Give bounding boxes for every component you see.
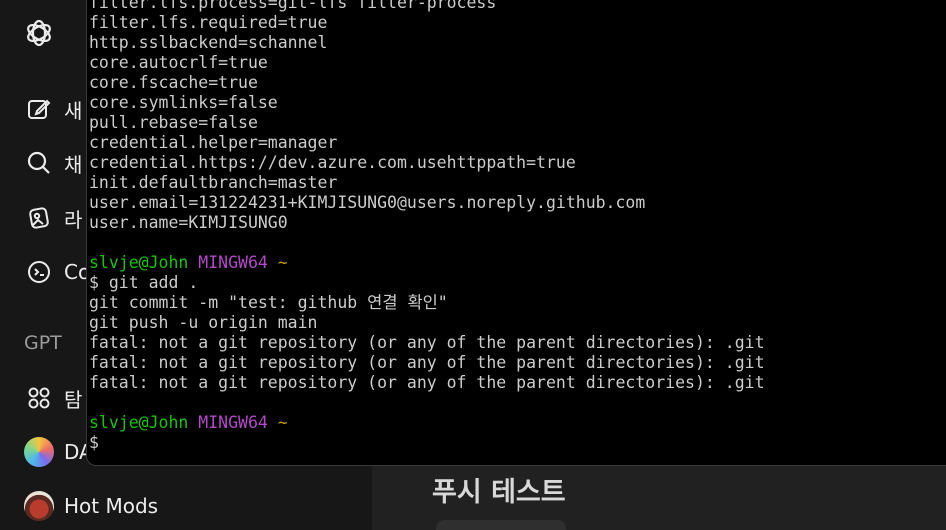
- prompt-dir: ~: [277, 253, 288, 272]
- hot-mods-avatar: [24, 491, 54, 521]
- terminal-prompt: slvje@John MINGW64 ~: [87, 253, 946, 273]
- suggestion-card[interactable]: [436, 520, 566, 530]
- terminal-cursor: [98, 435, 108, 452]
- sidebar-item-hot-mods[interactable]: Hot Mods: [22, 489, 158, 523]
- sidebar-item-label: Hot Mods: [64, 494, 159, 518]
- terminal-command: $ git add .: [89, 273, 199, 292]
- terminal-line: credential.helper=manager: [89, 133, 338, 152]
- terminal-line: http.sslbackend=schannel: [89, 33, 328, 52]
- terminal-line: core.fscache=true: [89, 73, 258, 92]
- terminal-line: core.autocrlf=true: [89, 53, 268, 72]
- terminal-line: user.name=KIMJISUNG0: [89, 213, 288, 232]
- openai-logo-icon[interactable]: [22, 16, 56, 50]
- sidebar-item-label: 새: [64, 98, 83, 123]
- input-prefix: $: [89, 433, 99, 452]
- terminal-error: fatal: not a git repository (or any of t…: [89, 373, 765, 392]
- terminal-line: credential.https://dev.azure.com.usehttp…: [89, 153, 576, 172]
- sidebar-item-label: 라: [64, 207, 83, 232]
- terminal-prompt: slvje@John MINGW64 ~: [87, 413, 946, 433]
- terminal-input-line[interactable]: $: [87, 433, 946, 453]
- terminal-line: pull.rebase=false: [89, 113, 258, 132]
- terminal-line: init.defaultbranch=master: [89, 173, 338, 192]
- prompt-dir: ~: [277, 413, 288, 432]
- grid-dots-icon: [22, 381, 56, 415]
- terminal-error: fatal: not a git repository (or any of t…: [89, 333, 765, 352]
- gpt-section-label: GPT: [24, 332, 62, 354]
- prompt-user: slvje@John: [89, 253, 189, 272]
- sidebar-item-label: 채: [64, 152, 83, 177]
- terminal-line: filter.lfs.process=git-lfs filter-proces…: [89, 0, 497, 12]
- terminal-command: git push -u origin main: [89, 313, 318, 332]
- terminal-error: fatal: not a git repository (or any of t…: [89, 353, 765, 372]
- terminal-line: core.symlinks=false: [89, 93, 278, 112]
- sidebar-item-label: 탐: [64, 387, 83, 412]
- search-icon: [22, 146, 56, 180]
- terminal-line: filter.lfs.required=true: [89, 13, 328, 32]
- sidebar-item-search[interactable]: 채: [22, 146, 82, 180]
- sidebar-item-library[interactable]: 라: [22, 201, 82, 235]
- dalle-avatar: [24, 437, 54, 467]
- terminal-line: user.email=131224231+KIMJISUNG0@users.no…: [89, 193, 646, 212]
- sidebar-item-dalle[interactable]: DA: [22, 435, 93, 469]
- library-icon: [22, 201, 56, 235]
- sidebar-item-new-chat[interactable]: 새: [22, 92, 82, 126]
- sidebar-item-codex[interactable]: Co: [22, 255, 90, 289]
- edit-icon: [22, 92, 56, 126]
- prompt-user: slvje@John: [89, 413, 189, 432]
- prompt-env: MINGW64: [198, 413, 268, 432]
- terminal-command: git commit -m "test: github 연결 확인": [89, 293, 448, 312]
- chat-heading: 푸시 테스트: [432, 477, 566, 508]
- sidebar-item-explore-gpts[interactable]: 탐: [22, 381, 82, 415]
- prompt-env: MINGW64: [198, 253, 268, 272]
- git-bash-terminal[interactable]: filter.lfs.process=git-lfs filter-proces…: [86, 0, 946, 466]
- codex-icon: [22, 255, 56, 289]
